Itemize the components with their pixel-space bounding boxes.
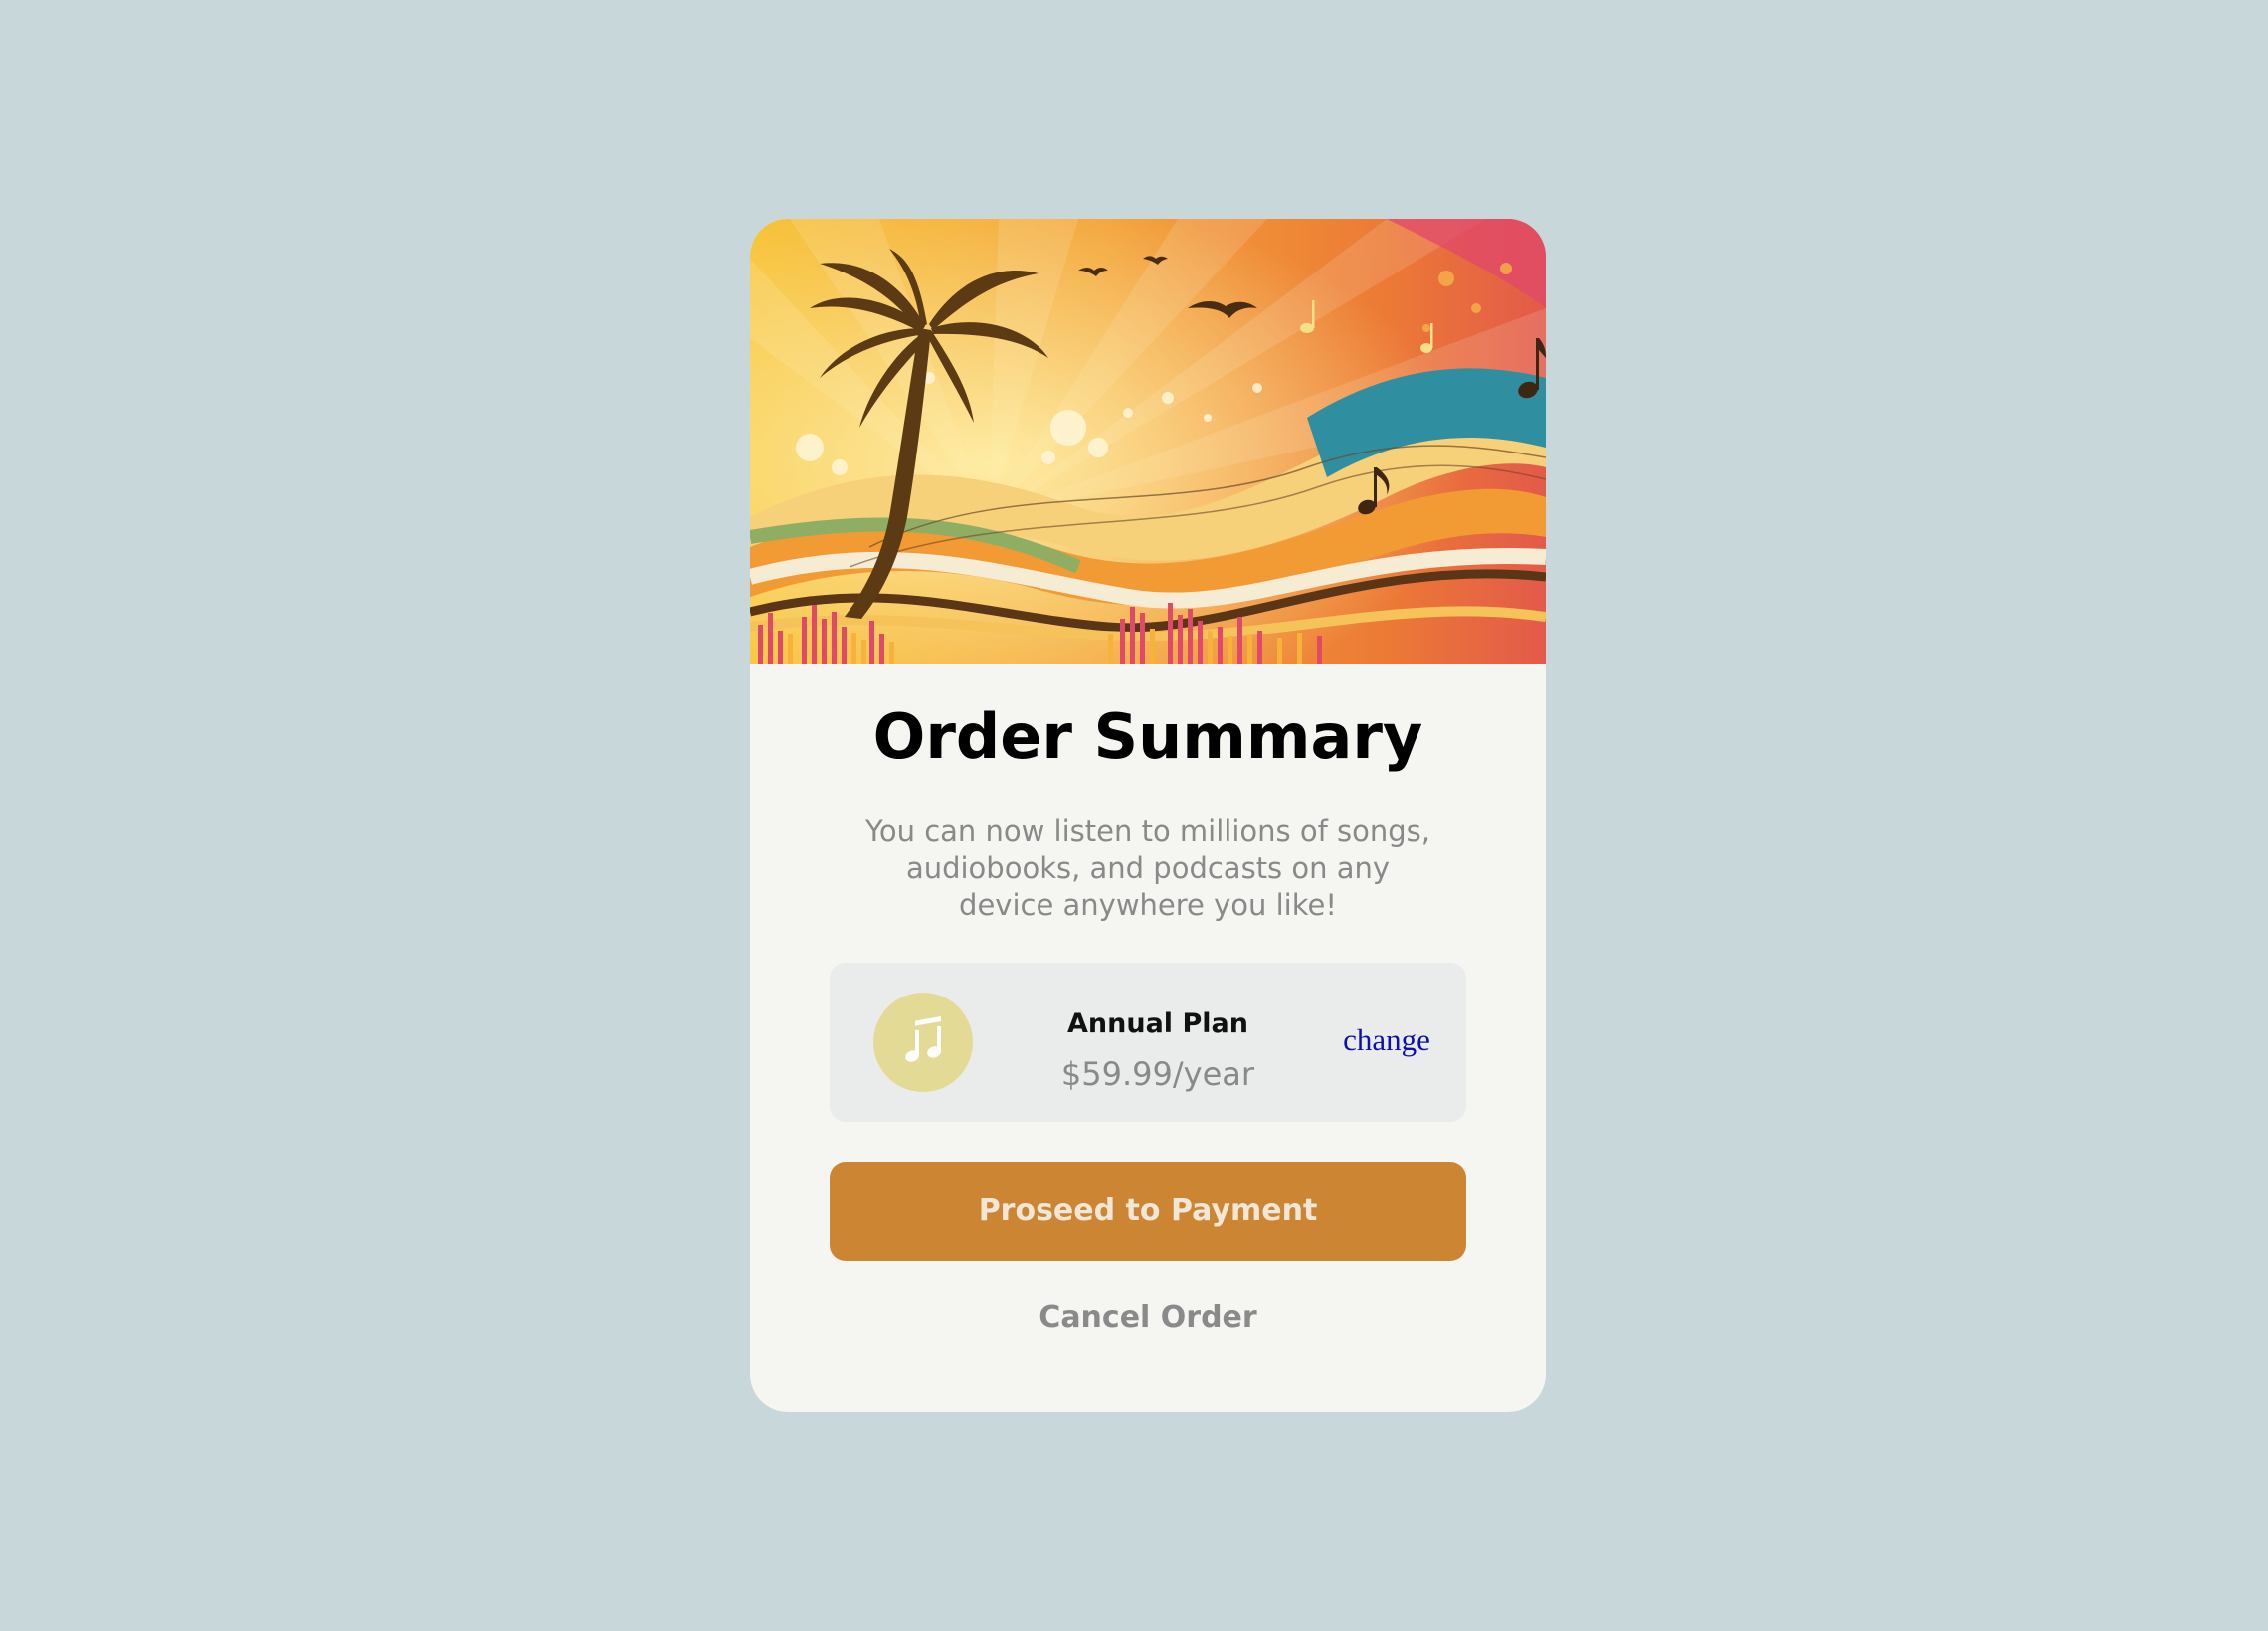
order-summary-card: Order Summary You can now listen to mill…	[750, 219, 1546, 1412]
hero-image	[750, 219, 1546, 664]
plan-price: $59.99/year	[1060, 1055, 1255, 1093]
proceed-to-payment-button[interactable]: Proseed to Payment	[830, 1162, 1466, 1261]
plan-summary: Annual Plan $59.99/year change	[830, 963, 1466, 1122]
page-title: Order Summary	[872, 700, 1423, 773]
music-note-icon	[873, 993, 973, 1092]
cancel-order-button[interactable]: Cancel Order	[999, 1303, 1297, 1333]
change-plan-link[interactable]: change	[1327, 1024, 1446, 1055]
order-description: You can now listen to millions of songs,…	[864, 815, 1430, 922]
plan-name: Annual Plan	[1067, 1008, 1248, 1039]
